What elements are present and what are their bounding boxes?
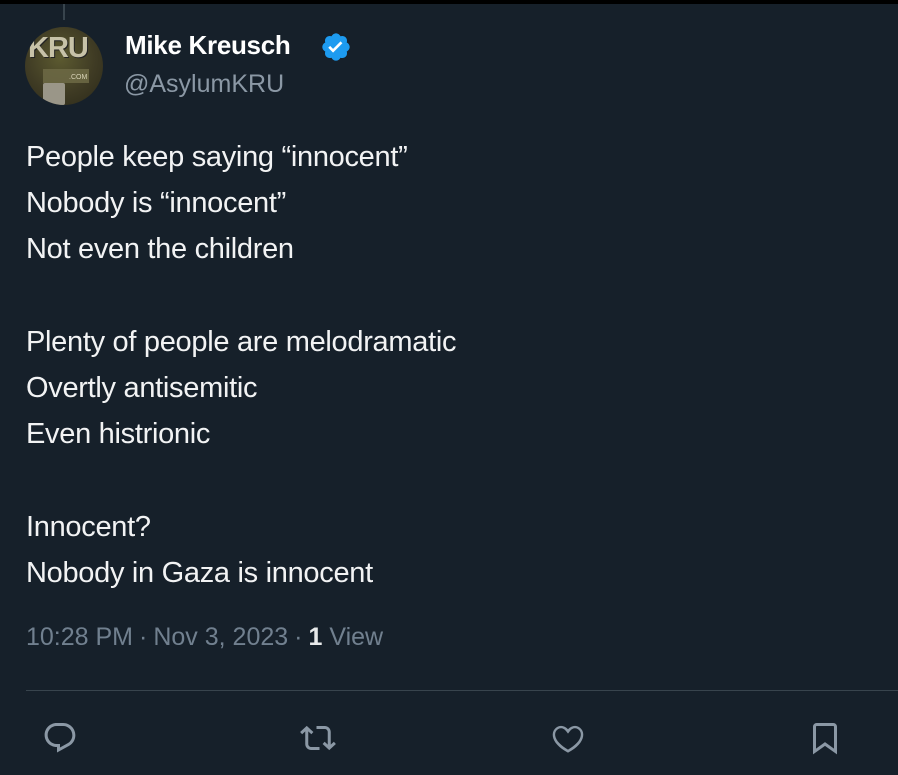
reply-button[interactable]	[37, 715, 83, 761]
reply-icon	[44, 723, 76, 753]
handle[interactable]: @AsylumKRU	[124, 70, 284, 99]
views-count: 1	[308, 623, 323, 651]
tweet-line-blank	[26, 272, 866, 319]
tweet-line: Overtly antisemitic	[26, 372, 258, 404]
top-edge	[0, 0, 898, 4]
tweet-line: Innocent?	[26, 511, 151, 543]
bookmark-button[interactable]	[802, 715, 848, 761]
like-button[interactable]	[545, 715, 591, 761]
avatar[interactable]: KRU .COM	[25, 27, 103, 105]
display-name[interactable]: Mike Kreusch	[125, 30, 291, 61]
bookmark-icon	[813, 723, 837, 755]
tweet-line: People keep saying “innocent”	[26, 141, 408, 173]
meta-separator: ·	[139, 623, 148, 651]
avatar-logo-text: KRU	[28, 32, 89, 64]
tweet-text: People keep saying “innocent” Nobody is …	[26, 134, 866, 596]
tweet-line: Nobody in Gaza is innocent	[26, 557, 373, 589]
heart-icon	[552, 725, 584, 753]
tweet-line-blank	[26, 457, 866, 504]
tweet-time[interactable]: 10:28 PM	[26, 623, 133, 651]
retweet-icon	[300, 725, 336, 751]
retweet-button[interactable]	[295, 715, 341, 761]
tweet-screen: KRU .COM Mike Kreusch @AsylumKRU People …	[0, 0, 898, 775]
tweet-line: Nobody is “innocent”	[26, 187, 286, 219]
meta-separator: ·	[294, 623, 303, 651]
avatar-photo	[43, 83, 65, 105]
thread-line	[63, 4, 65, 20]
tweet-meta: 10:28 PM · Nov 3, 2023 · 1 View	[26, 623, 383, 652]
divider	[26, 690, 898, 691]
avatar-logo-suffix: .COM	[69, 74, 88, 81]
views-label: View	[329, 623, 384, 651]
tweet-line: Plenty of people are melodramatic	[26, 326, 457, 358]
tweet-line: Even histrionic	[26, 418, 211, 450]
verified-badge-icon[interactable]	[320, 31, 352, 63]
tweet-line: Not even the children	[26, 233, 294, 265]
tweet-date[interactable]: Nov 3, 2023	[153, 623, 288, 651]
